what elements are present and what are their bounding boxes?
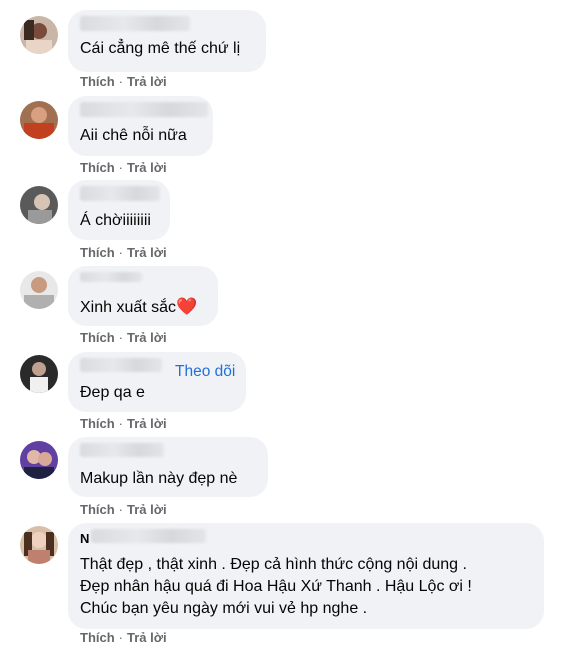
separator: · xyxy=(118,330,124,345)
comment-bubble: Aii chê nỗi nữa xyxy=(68,96,213,156)
reply-link[interactable]: Trả lời xyxy=(127,74,167,89)
like-link[interactable]: Thích xyxy=(80,74,115,89)
comment-line: Đẹp nhân hậu quá đi Hoa Hậu Xứ Thanh . H… xyxy=(80,578,472,595)
author-name-redacted xyxy=(80,272,142,282)
like-link[interactable]: Thích xyxy=(80,245,115,260)
comment-line: Chúc bạn yêu ngày mới vui vẻ hp nghe . xyxy=(80,600,368,617)
follow-button[interactable]: Theo dõi xyxy=(175,363,235,381)
reply-link[interactable]: Trả lời xyxy=(127,245,167,260)
comment-text: Đep qa e xyxy=(80,384,145,401)
separator: · xyxy=(118,245,124,260)
author-name-redacted xyxy=(80,102,208,117)
avatar[interactable] xyxy=(20,271,58,309)
avatar[interactable] xyxy=(20,101,58,139)
avatar[interactable] xyxy=(20,526,58,564)
author-name-redacted xyxy=(80,186,160,201)
separator: · xyxy=(118,416,124,431)
reply-link[interactable]: Trả lời xyxy=(127,502,167,517)
comment-bubble: Đep qa e Theo dõi xyxy=(68,352,246,412)
like-link[interactable]: Thích xyxy=(80,416,115,431)
comment-text: Xinh xuất sắc❤️ xyxy=(80,296,197,318)
separator: · xyxy=(118,74,124,89)
comment-actions: Thích · Trả lời xyxy=(80,160,167,175)
comment-actions: Thích · Trả lời xyxy=(80,245,167,260)
reply-link[interactable]: Trả lời xyxy=(127,416,167,431)
comment-text-content: Xinh xuất sắc xyxy=(80,299,177,316)
comment-actions: Thích · Trả lời xyxy=(80,330,167,345)
like-link[interactable]: Thích xyxy=(80,502,115,517)
avatar[interactable] xyxy=(20,355,58,393)
avatar[interactable] xyxy=(20,16,58,54)
author-name-redacted xyxy=(80,443,164,457)
comment-bubble: Cái cẳng mê thế chứ lị xyxy=(68,10,266,72)
reply-link[interactable]: Trả lời xyxy=(127,160,167,175)
separator: · xyxy=(118,160,124,175)
comment-text: Á chờiiiiiiii xyxy=(80,212,151,229)
comment-bubble: Á chờiiiiiiii xyxy=(68,180,170,240)
comment-bubble: Xinh xuất sắc❤️ xyxy=(68,266,218,326)
avatar[interactable] xyxy=(20,441,58,479)
comment-actions: Thích · Trả lời xyxy=(80,74,167,89)
author-name-initial[interactable]: N xyxy=(80,531,89,546)
comment-text: Makup lần này đẹp nè xyxy=(80,470,238,487)
reply-link[interactable]: Trả lời xyxy=(127,330,167,345)
heart-emoji-icon: ❤️ xyxy=(176,297,198,316)
author-name-redacted xyxy=(80,16,190,31)
author-name-redacted xyxy=(91,529,206,543)
comment-line: Thật đẹp , thật xinh . Đẹp cả hình thức … xyxy=(80,556,467,573)
comment-bubble: Makup lần này đẹp nè xyxy=(68,437,268,497)
like-link[interactable]: Thích xyxy=(80,160,115,175)
comment-text: Aii chê nỗi nữa xyxy=(80,127,187,144)
comment-actions: Thích · Trả lời xyxy=(80,416,167,431)
comment-actions: Thích · Trả lời xyxy=(80,502,167,517)
comment-text: Cái cẳng mê thế chứ lị xyxy=(80,40,241,57)
like-link[interactable]: Thích xyxy=(80,330,115,345)
author-name-redacted xyxy=(80,358,162,372)
avatar[interactable] xyxy=(20,186,58,224)
separator: · xyxy=(118,502,124,517)
comment-bubble: N Thật đẹp , thật xinh . Đẹp cả hình thứ… xyxy=(68,523,544,629)
